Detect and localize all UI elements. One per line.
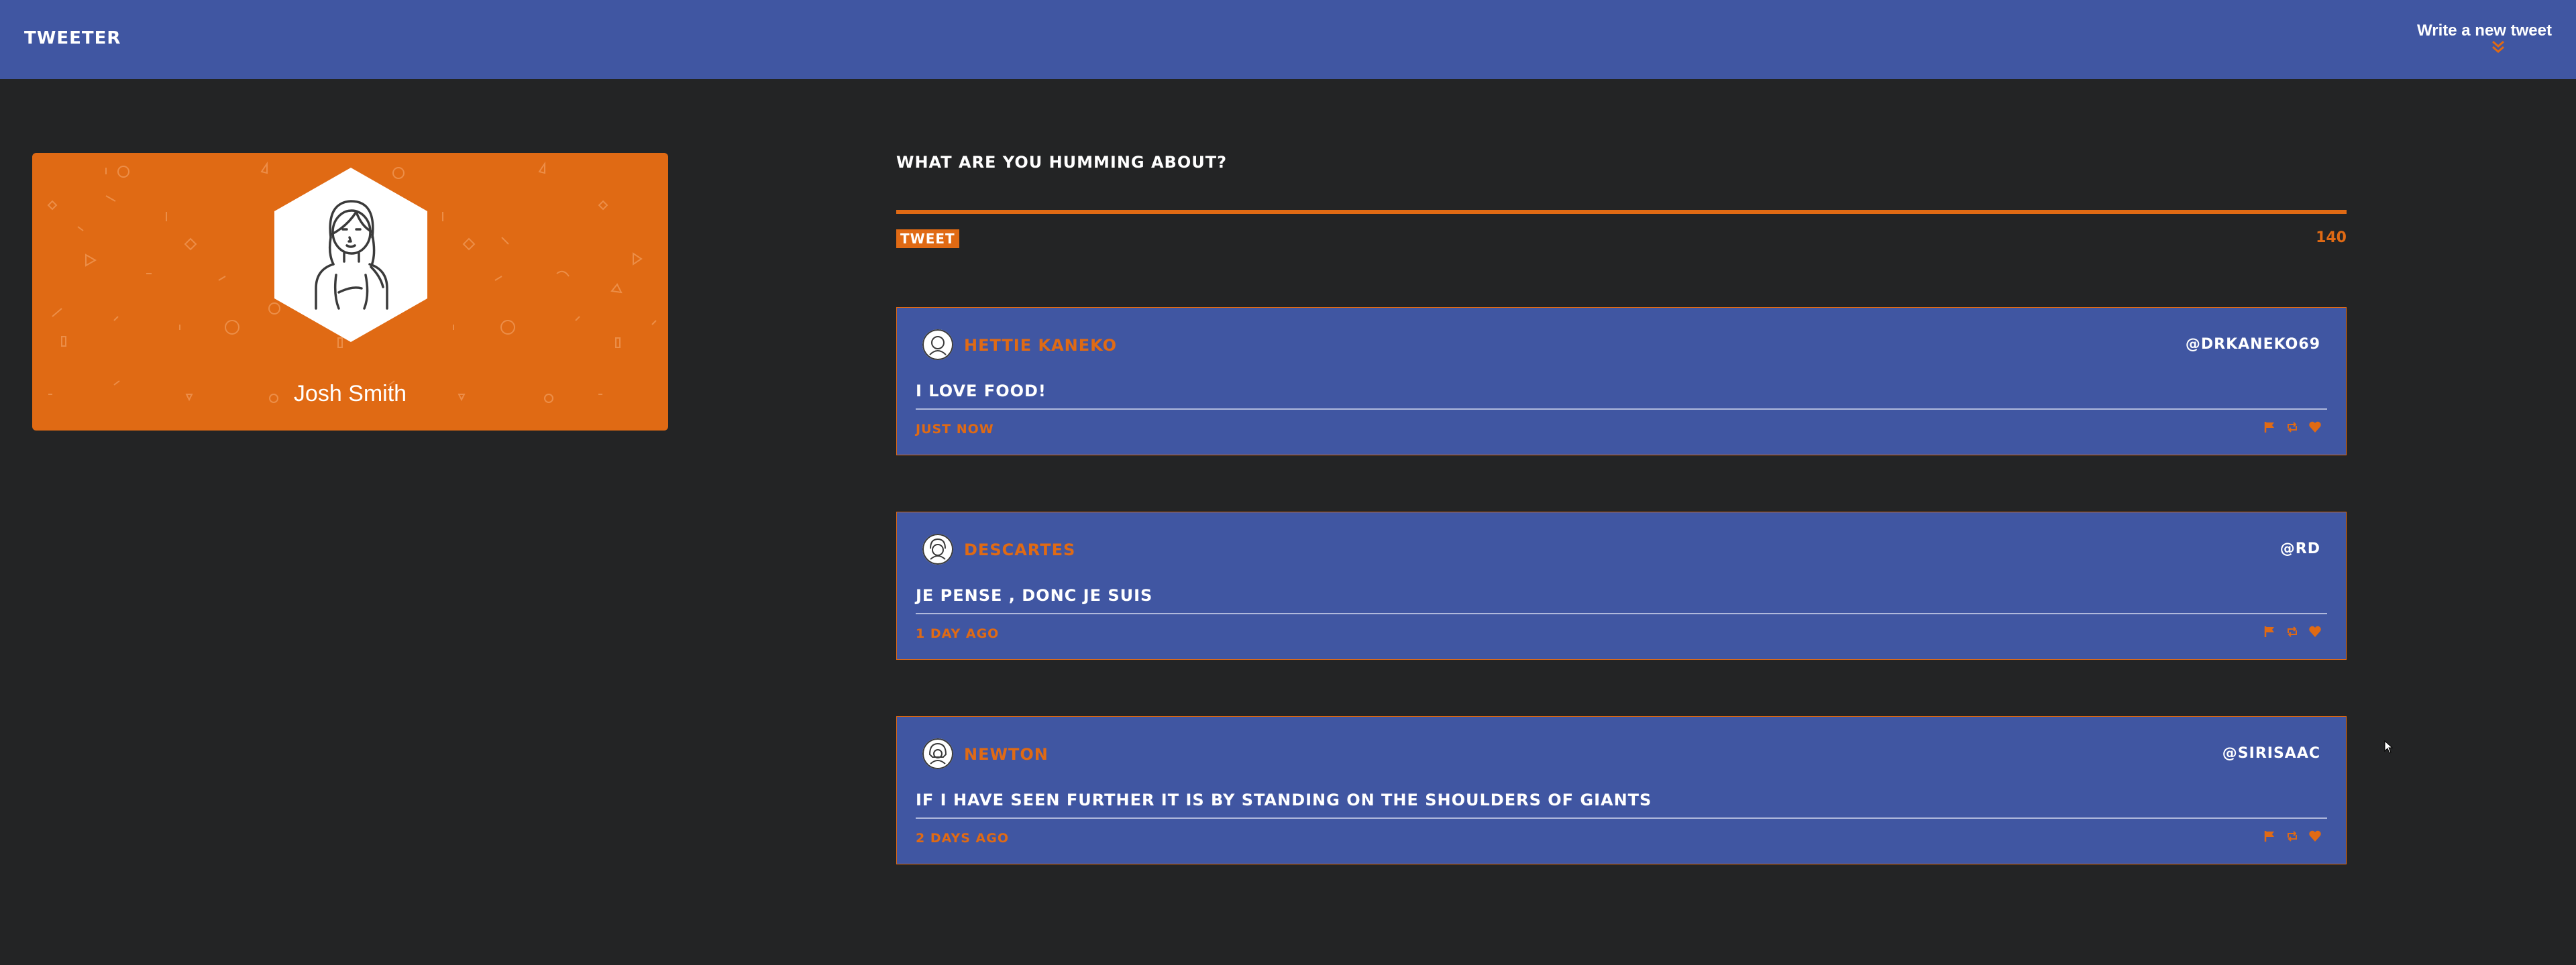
write-new-tweet-toggle[interactable]: Write a new tweet [2377,21,2552,40]
mouse-cursor-icon [2384,740,2394,754]
flag-icon[interactable] [2263,625,2276,638]
heart-icon[interactable] [2308,420,2322,434]
profile-name: Josh Smith [293,381,407,406]
write-new-tweet-label[interactable]: Write a new tweet [2377,21,2552,40]
tweet-text: I love food! [916,382,1046,400]
tweet-actions [2263,420,2322,434]
retweet-icon[interactable] [2286,420,2299,434]
retweet-icon[interactable] [2286,625,2299,638]
character-counter: 140 [2316,229,2347,246]
user-avatar-icon [922,329,953,360]
person-avatar-icon [274,168,427,342]
flag-icon[interactable] [2263,420,2276,434]
tweet-author-handle[interactable]: @rd [2280,541,2320,557]
tweet-text: If I have seen further it is by standing… [916,791,1652,809]
tweet-timestamp: Just now [916,422,994,437]
tweet-divider [916,817,2327,819]
flag-icon[interactable] [2263,830,2276,843]
compose-textarea[interactable] [896,210,2347,214]
tweet-timestamp: 2 days ago [916,831,1010,846]
tweet-author-name[interactable]: Descartes [964,541,1075,559]
heart-icon[interactable] [2308,830,2322,843]
compose-tweet-form: What are you humming about? Tweet 140 [896,134,2347,255]
tweet-card: Descartes @rd Je pense , donc je suis 1 … [896,512,2347,660]
compose-prompt: What are you humming about? [896,153,1228,172]
tweet-divider [916,408,2327,410]
tweet-author-handle[interactable]: @SirIsaac [2222,745,2320,762]
tweet-author-handle[interactable]: @DRKANEKO69 [2186,336,2320,353]
tweet-divider [916,613,2327,614]
heart-icon[interactable] [2308,625,2322,638]
double-chevron-down-icon[interactable] [2489,39,2508,55]
retweet-icon[interactable] [2286,830,2299,843]
brand-logo[interactable]: Tweeter [24,28,121,48]
profile-card: Josh Smith [32,153,668,431]
user-avatar-icon [922,534,953,565]
tweet-author-name[interactable]: Newton [964,745,1049,764]
user-avatar-icon [922,738,953,769]
tweet-actions [2263,830,2322,843]
tweet-card: Hettie Kaneko @DRKANEKO69 I love food! J… [896,307,2347,455]
tweet-card: Newton @SirIsaac If I have seen further … [896,716,2347,864]
tweet-button[interactable]: Tweet [896,229,959,248]
tweet-actions [2263,625,2322,638]
tweet-author-name[interactable]: Hettie Kaneko [964,336,1117,355]
tweet-text: Je pense , donc je suis [916,586,1153,605]
top-navbar: Tweeter Write a new tweet [0,0,2576,79]
tweet-timestamp: 1 day ago [916,626,1000,641]
